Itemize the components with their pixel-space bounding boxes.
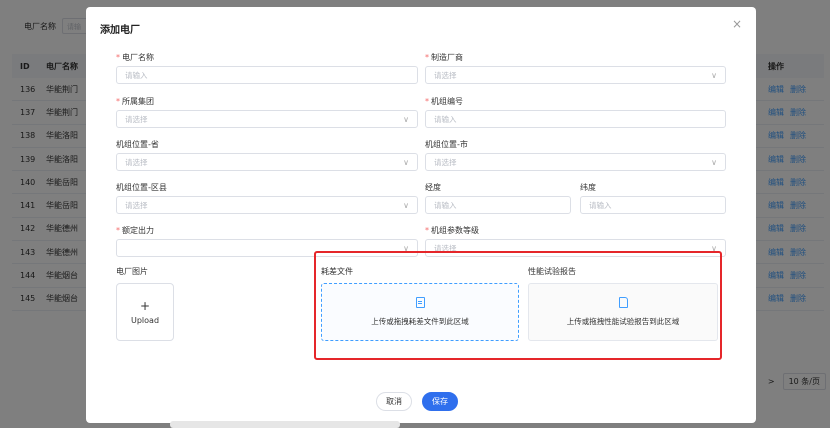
province-placeholder: 请选择 [125,157,148,167]
unit-no-input[interactable]: 请输入 [425,110,726,128]
unit-no-label: 机组编号 [431,97,463,106]
horizontal-scrollbar[interactable] [170,421,400,428]
cancel-button[interactable]: 取消 [376,392,412,411]
chevron-down-icon: ∨ [711,70,717,80]
field-plant-name: * 电厂名称 请输入 [116,52,418,84]
city-label: 机组位置-市 [425,140,468,149]
document-icon [415,297,425,308]
consumption-file-label: 耗差文件 [321,267,353,276]
file-icon [618,297,628,308]
plant-image-upload[interactable]: + Upload [116,283,174,341]
chevron-down-icon: ∨ [711,157,717,167]
required-mark: * [116,97,120,106]
field-province: 机组位置-省 请选择 ∨ [116,139,418,171]
required-mark: * [425,97,429,106]
required-mark: * [425,226,429,235]
province-label: 机组位置-省 [116,140,159,149]
upload-label: Upload [130,316,160,325]
chevron-down-icon: ∨ [403,200,409,210]
field-city: 机组位置-市 请选择 ∨ [425,139,726,171]
required-mark: * [425,53,429,62]
district-placeholder: 请选择 [125,200,148,210]
chevron-down-icon: ∨ [403,114,409,124]
district-select[interactable]: 请选择 ∨ [116,196,418,214]
plant-name-label: 电厂名称 [122,53,154,62]
city-placeholder: 请选择 [434,157,457,167]
group-select[interactable]: 请选择 ∨ [116,110,418,128]
field-district: 机组位置-区县 请选择 ∨ [116,182,418,214]
dialog-title: 添加电厂 [100,25,140,36]
field-group: * 所属集团 请选择 ∨ [116,96,418,128]
rated-output-label: 额定出力 [122,226,154,235]
manufacturer-select[interactable]: 请选择 ∨ [425,66,726,84]
manufacturer-label: 制造厂商 [431,53,463,62]
longitude-placeholder: 请输入 [434,200,457,210]
plant-image-label: 电厂图片 [116,267,148,276]
unit-no-placeholder: 请输入 [434,114,457,124]
consumption-file-dropzone[interactable]: 上传或拖拽耗差文件到此区域 [321,283,519,341]
field-manufacturer: * 制造厂商 请选择 ∨ [425,52,726,84]
latitude-placeholder: 请输入 [589,200,612,210]
required-mark: * [116,226,120,235]
dialog-footer: 取消 保存 [376,392,458,411]
add-plant-dialog: 添加电厂 × * 电厂名称 请输入 * 制造厂商 请选择 ∨ * 所属集团 请选择 ∨ *… [86,7,756,423]
group-placeholder: 请选择 [125,114,148,124]
performance-dropzone-hint: 上传或拖拽性能试验报告到此区域 [566,317,680,326]
plant-name-placeholder: 请输入 [125,70,148,80]
province-select[interactable]: 请选择 ∨ [116,153,418,171]
field-longitude: 经度 请输入 [425,182,571,214]
plant-name-input[interactable]: 请输入 [116,66,418,84]
group-label: 所属集团 [122,97,154,106]
param-level-label: 机组参数等级 [431,226,479,235]
field-unit-no: * 机组编号 请输入 [425,96,726,128]
required-mark: * [116,53,120,62]
latitude-label: 纬度 [580,183,596,192]
manufacturer-placeholder: 请选择 [434,70,457,80]
field-latitude: 纬度 请输入 [580,182,726,214]
chevron-down-icon: ∨ [403,157,409,167]
save-button[interactable]: 保存 [422,392,458,411]
plus-icon: + [139,299,151,313]
close-icon[interactable]: × [732,17,742,31]
consumption-dropzone-hint: 上传或拖拽耗差文件到此区域 [371,317,469,326]
longitude-input[interactable]: 请输入 [425,196,571,214]
performance-report-dropzone[interactable]: 上传或拖拽性能试验报告到此区域 [528,283,718,341]
city-select[interactable]: 请选择 ∨ [425,153,726,171]
district-label: 机组位置-区县 [116,183,167,192]
latitude-input[interactable]: 请输入 [580,196,726,214]
performance-report-label: 性能试验报告 [528,267,576,276]
longitude-label: 经度 [425,183,441,192]
